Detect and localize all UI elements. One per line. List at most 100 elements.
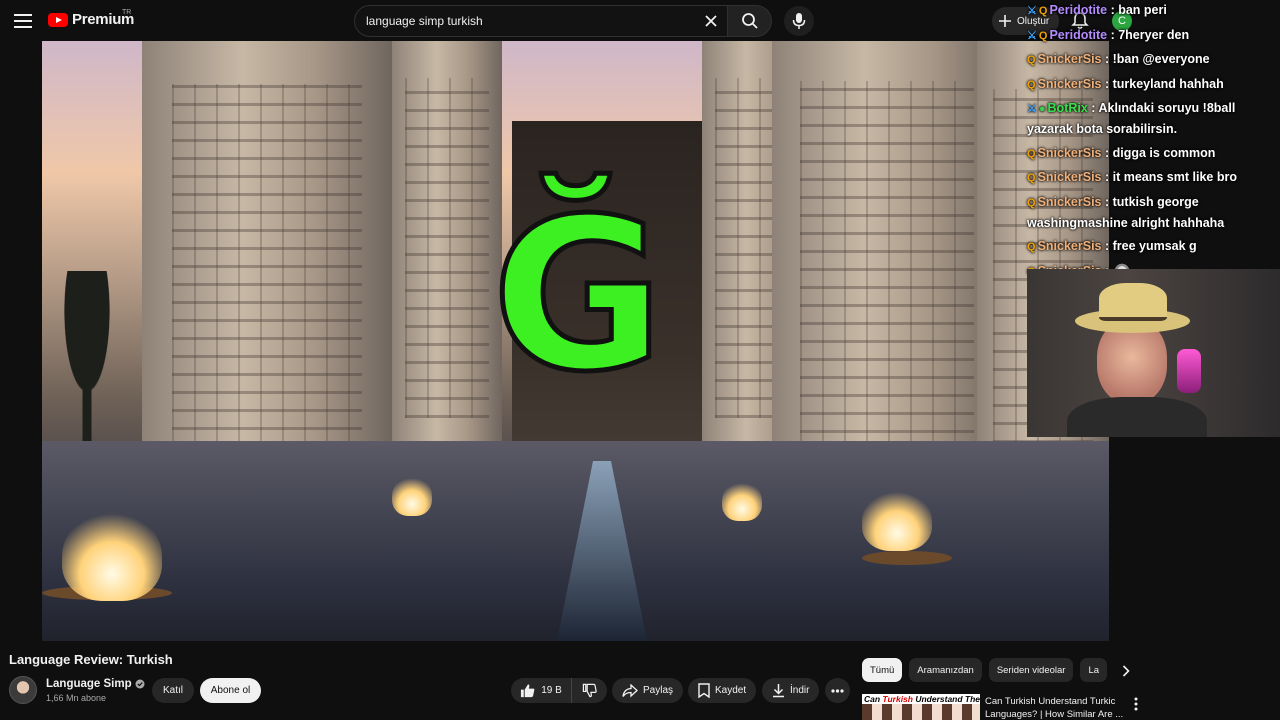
fire-bowl [862,551,952,565]
subscribe-button[interactable]: Abone ol [200,678,261,703]
recommendation-filter-chips: Tümü Aramanızdan Seriden videolar La [862,658,1117,682]
video-player[interactable]: Ğ [42,41,1109,641]
channel-name-text: Language Simp [46,678,132,690]
filter-chip[interactable]: Aramanızdan [909,658,982,682]
save-label: Kaydet [715,685,747,696]
dislike-button[interactable] [572,678,607,703]
recommendation-thumbnail[interactable]: Can Turkish Understand Them? [862,694,980,720]
chat-username[interactable]: SnickerSis [1038,170,1102,184]
chat-username[interactable]: SnickerSis [1038,52,1102,66]
chat-username[interactable]: SnickerSis [1038,195,1102,209]
moderator-badge-icon: ⚔ [1027,5,1037,17]
filter-chip[interactable]: Seriden videolar [988,658,1074,682]
chat-message: Q SnickerSis : !ban @everyone [1027,49,1280,70]
q-badge-icon: Q [1038,29,1048,42]
q-badge-icon: Q [1027,196,1036,209]
chevron-right-icon [1122,665,1130,677]
flame [62,511,162,601]
subscriber-count: 1,66 Mn abone [46,693,107,703]
moderator-badge-icon: ⚔ [1027,103,1037,115]
search-input[interactable]: language simp turkish [354,5,728,37]
live-chat-overlay: ⚔ Q Peridotite : ban peri ⚔ Q Peridotite : 7h… [1027,0,1280,285]
search-button[interactable] [728,5,772,37]
chat-username[interactable]: SnickerSis [1038,146,1102,160]
like-dislike-group: 19 B [511,678,607,703]
thumbs-up-icon [521,684,535,698]
q-badge-icon: Q [1027,54,1036,66]
channel-name[interactable]: Language Simp [46,678,145,690]
thumbnail-caption: Can Turkish Understand Them? [864,694,980,704]
chat-text: : !ban @everyone [1104,52,1210,66]
chat-message: Q SnickerSis : it means smt like bro [1027,167,1280,188]
pillar-left-inner [392,41,502,501]
webcam-body [1067,397,1207,437]
more-vertical-icon[interactable] [1130,697,1142,711]
download-button[interactable]: İndir [762,678,820,703]
chat-username[interactable]: Peridotite [1049,3,1107,17]
chat-username[interactable]: SnickerSis [1038,77,1102,91]
search-bar: language simp turkish [354,5,772,37]
chat-text: : digga is common [1104,145,1216,160]
chat-message: ⚔ ● BotRix : Aklındaki soruyu !8ball yazar… [1027,98,1280,139]
flame [392,476,432,516]
search-input-value: language simp turkish [366,14,483,28]
voice-search-button[interactable] [784,6,814,36]
q-badge-icon: Q [1038,5,1048,17]
chat-text: : turkeyland hahhah [1104,76,1224,91]
recommendation-title[interactable]: Can Turkish Understand Turkic Languages?… [985,695,1125,720]
q-badge-icon: Q [1027,78,1036,91]
like-count: 19 B [541,685,562,696]
streamer-webcam [1027,269,1280,437]
flame [862,491,932,551]
channel-avatar[interactable] [9,676,37,704]
webcam-microphone [1177,349,1201,393]
q-badge-icon: Q [1027,172,1036,184]
thumbnail-faces [862,704,980,720]
like-button[interactable]: 19 B [511,678,572,703]
join-button[interactable]: Katıl [152,678,194,703]
overlay-letter: Ğ [489,173,666,418]
share-arrow-icon [622,683,638,697]
chat-text: : 7heryer den [1110,27,1190,42]
webcam-hat-crown [1099,283,1167,321]
hamburger-menu-icon[interactable] [11,9,35,33]
more-actions-button[interactable] [825,678,850,703]
chips-next-button[interactable] [1118,662,1134,680]
download-label: İndir [790,685,810,696]
q-badge-icon: Q [1027,241,1036,253]
chat-message: ⚔ Q Peridotite : ban peri [1027,0,1280,21]
country-code: TR [122,9,132,16]
chat-message: Q SnickerSis : tutkish george washingmash… [1027,192,1280,233]
chat-text: : free yumsak g [1104,239,1197,253]
chat-username[interactable]: SnickerSis [1038,239,1102,253]
chat-username[interactable]: Peridotite [1049,28,1107,42]
share-label: Paylaş [643,685,674,696]
chat-message: Q SnickerSis : digga is common [1027,143,1280,164]
verified-badge-icon: ● [1038,103,1046,115]
chat-username[interactable]: BotRix [1048,101,1088,115]
chat-message: Q SnickerSis : free yumsak g [1027,236,1280,257]
plus-icon [999,15,1011,27]
moderator-badge-icon: ⚔ [1027,29,1037,42]
chat-text: : it means smt like bro [1104,170,1237,184]
thumbs-down-icon [582,683,597,698]
bookmark-icon [698,683,710,698]
chat-text: : ban peri [1110,3,1167,17]
clear-search-icon[interactable] [703,13,719,29]
youtube-play-icon [48,12,68,27]
video-title: Language Review: Turkish [9,652,173,667]
youtube-watch-page: Premium TR language simp turkish Oluştur… [0,0,1280,720]
filter-chip[interactable]: La [1080,658,1108,682]
filter-chip[interactable]: Tümü [862,658,903,682]
microphone-icon [792,13,806,29]
flame [722,481,762,521]
save-button[interactable]: Kaydet [688,678,757,703]
verified-check-icon [135,679,145,689]
chat-message: ⚔ Q Peridotite : 7heryer den [1027,25,1280,46]
share-button[interactable]: Paylaş [612,678,684,703]
download-icon [773,684,784,698]
more-horizontal-icon [831,688,844,693]
q-badge-icon: Q [1027,147,1036,160]
search-icon [741,13,758,29]
chat-message: Q SnickerSis : turkeyland hahhah [1027,74,1280,95]
